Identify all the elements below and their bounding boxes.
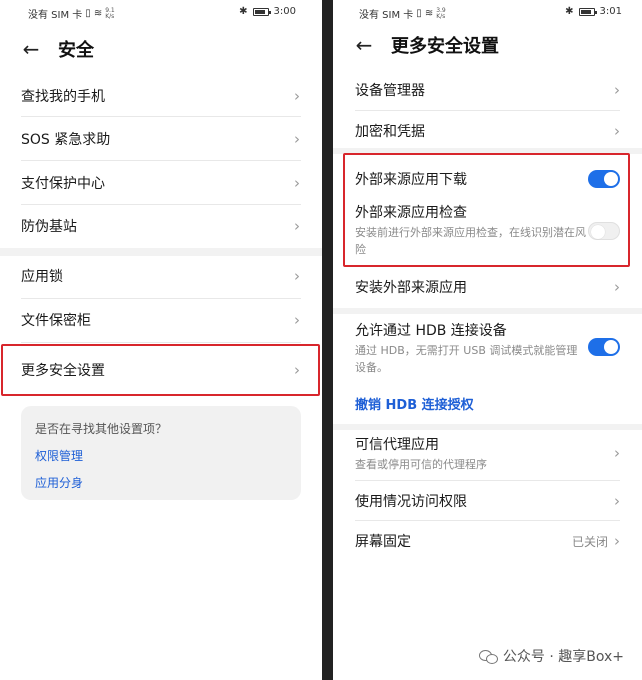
chevron-right-icon: › xyxy=(614,444,620,462)
watermark: 公众号 · 趣享Box+ xyxy=(478,646,624,666)
page-title: 安全 xyxy=(58,40,94,61)
clock: 3:01 xyxy=(599,6,622,17)
netspeed-label: 9.1 K/s xyxy=(105,6,115,20)
menu-item-label: 可信代理应用 xyxy=(355,437,439,453)
divider xyxy=(21,160,301,161)
wechat-icon xyxy=(478,648,498,664)
link-app-twin[interactable]: 应用分身 xyxy=(35,474,287,491)
menu-item-label: 文件保密柜 xyxy=(21,313,91,329)
netspeed-label: 3.9 K/s xyxy=(436,6,446,20)
bluetooth-icon: ✱ xyxy=(239,6,248,17)
battery-icon xyxy=(252,7,271,16)
back-arrow-icon[interactable]: ← xyxy=(349,30,379,60)
suggestion-title: 是否在寻找其他设置项？ xyxy=(35,422,168,436)
chevron-right-icon: › xyxy=(294,311,300,329)
divider xyxy=(21,204,301,205)
menu-item-usage-access[interactable]: 使用情况访问权限 › xyxy=(333,482,642,520)
divider xyxy=(355,110,620,111)
battery-icon xyxy=(578,7,597,16)
highlight-box xyxy=(343,153,630,267)
divider xyxy=(21,116,301,117)
wifi-icon: ≋ xyxy=(93,8,103,19)
watermark-text: 公众号 · 趣享Box+ xyxy=(502,649,624,665)
toggle-knob xyxy=(604,340,618,354)
back-arrow-icon[interactable]: ← xyxy=(16,34,46,64)
clock: 3:00 xyxy=(273,6,296,17)
menu-item-file-safe[interactable]: 文件保密柜 › xyxy=(0,300,322,340)
carrier-label: 没有 SIM 卡 xyxy=(359,10,414,21)
chevron-right-icon: › xyxy=(614,492,620,510)
status-bar: 没有 SIM 卡 ▯ ≋ 3.9 K/s ✱ 3:01 xyxy=(333,0,642,24)
menu-item-label: 安装外部来源应用 xyxy=(355,280,467,296)
divider xyxy=(21,342,301,343)
menu-item-payment-protection[interactable]: 支付保护中心 › xyxy=(0,162,322,204)
menu-item-description: 查看或停用可信的代理程序 xyxy=(355,458,487,471)
menu-item-trust-agents[interactable]: 可信代理应用 查看或停用可信的代理程序 › xyxy=(333,434,642,480)
bluetooth-icon: ✱ xyxy=(565,6,574,17)
page-title: 更多安全设置 xyxy=(391,36,499,57)
link-permission-management[interactable]: 权限管理 xyxy=(35,447,287,464)
menu-item-label: 设备管理器 xyxy=(355,83,425,99)
highlight-box xyxy=(1,344,320,396)
menu-item-label: 使用情况访问权限 xyxy=(355,494,467,510)
menu-item-label: 加密和凭据 xyxy=(355,124,425,140)
chevron-right-icon: › xyxy=(294,267,300,285)
screen-pinning-value: 已关闭 xyxy=(571,534,608,549)
menu-item-label: 防伪基站 xyxy=(21,219,77,235)
page-header: ← 更多安全设置 xyxy=(333,30,642,60)
chevron-right-icon: › xyxy=(294,174,300,192)
status-bar: 没有 SIM 卡 ▯ ≋ 9.1 K/s ✱ 3:00 xyxy=(0,0,322,24)
menu-item-label: 屏幕固定 xyxy=(355,534,411,550)
carrier-label: 没有 SIM 卡 xyxy=(28,10,83,21)
menu-item-find-my-phone[interactable]: 查找我的手机 › xyxy=(0,76,322,116)
setting-hdb: 允许通过 HDB 连接设备 通过 HDB，无需打开 USB 调试模式就能管理设备… xyxy=(333,320,642,376)
chevron-right-icon: › xyxy=(294,130,300,148)
section-gap xyxy=(333,308,642,314)
wifi-icon: ≋ xyxy=(424,8,434,19)
menu-item-device-admin[interactable]: 设备管理器 › xyxy=(333,70,642,110)
page-header: ← 安全 xyxy=(0,34,322,64)
chevron-right-icon: › xyxy=(294,87,300,105)
chevron-right-icon: › xyxy=(614,81,620,99)
chevron-right-icon: › xyxy=(614,122,620,140)
chevron-right-icon: › xyxy=(614,532,620,550)
hdb-toggle[interactable] xyxy=(588,338,620,356)
menu-item-app-lock[interactable]: 应用锁 › xyxy=(0,256,322,296)
setting-label: 允许通过 HDB 连接设备 xyxy=(355,323,507,339)
menu-item-anti-fake-station[interactable]: 防伪基站 › xyxy=(0,206,322,246)
menu-item-screen-pinning[interactable]: 屏幕固定 已关闭 › xyxy=(333,522,642,560)
section-gap xyxy=(0,248,322,256)
menu-item-label: 应用锁 xyxy=(21,269,63,285)
menu-item-label: SOS 紧急求助 xyxy=(21,132,111,148)
menu-item-encryption[interactable]: 加密和凭据 › xyxy=(333,112,642,150)
menu-item-install-external[interactable]: 安装外部来源应用 › xyxy=(333,268,642,306)
menu-item-label: 查找我的手机 xyxy=(21,89,105,105)
menu-item-sos[interactable]: SOS 紧急求助 › xyxy=(0,118,322,160)
right-screen: 没有 SIM 卡 ▯ ≋ 3.9 K/s ✱ 3:01 ← 更多安全设置 设备管… xyxy=(333,0,642,680)
divider xyxy=(355,520,620,521)
revoke-hdb-link[interactable]: 撤销 HDB 连接授权 xyxy=(355,394,474,413)
setting-description: 通过 HDB，无需打开 USB 调试模式就能管理设备。 xyxy=(355,344,578,374)
suggestion-card: 是否在寻找其他设置项？ 权限管理 应用分身 xyxy=(21,406,301,500)
menu-item-label: 支付保护中心 xyxy=(21,176,105,192)
chevron-right-icon: › xyxy=(614,278,620,296)
divider xyxy=(21,298,301,299)
left-screen: 没有 SIM 卡 ▯ ≋ 9.1 K/s ✱ 3:00 ← 安全 查找我的手机 … xyxy=(0,0,322,680)
section-gap xyxy=(333,424,642,430)
chevron-right-icon: › xyxy=(294,217,300,235)
sim-icon: ▯ xyxy=(416,8,422,19)
divider xyxy=(355,480,620,481)
revoke-hdb-row[interactable]: 撤销 HDB 连接授权 xyxy=(333,388,642,418)
sim-icon: ▯ xyxy=(85,8,91,19)
